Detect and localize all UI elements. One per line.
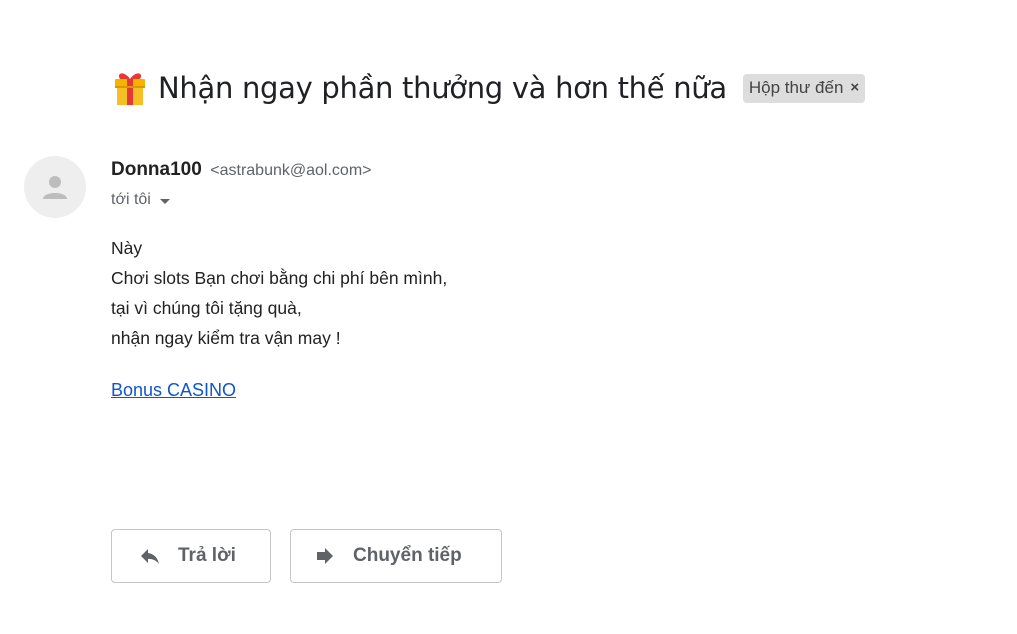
inbox-label-text: Hộp thư đến [748,77,844,97]
email-subject-row: Nhận ngay phần thưởng và hơn thế nữa Hộp… [110,68,866,108]
bonus-casino-link[interactable]: Bonus CASINO [111,380,236,401]
body-line: Này [111,238,143,258]
inbox-label-chip[interactable]: Hộp thư đến × [742,73,866,103]
email-subject: Nhận ngay phần thưởng và hơn thế nữa [158,71,727,105]
body-line: Chơi slots Bạn chơi bằng chi phí bên mìn… [111,268,448,288]
reply-button[interactable]: Trả lời [111,529,271,583]
reply-label: Trả lời [178,545,236,566]
sender-row: Donna100 <astrabunk@aol.com> [111,159,371,181]
chevron-down-icon[interactable] [159,198,170,204]
recipient-text: tới tôi [111,191,151,208]
forward-icon [313,544,337,568]
sender-email: <astrabunk@aol.com> [210,162,372,179]
remove-label-icon[interactable]: × [850,80,859,95]
sender-name[interactable]: Donna100 [111,159,202,180]
body-line: nhận ngay kiểm tra vận may ! [111,328,341,348]
reply-icon [138,544,162,568]
email-body: Này Chơi slots Bạn chơi bằng chi phí bên… [111,233,447,353]
forward-button[interactable]: Chuyển tiếp [290,529,502,583]
email-view: Nhận ngay phần thưởng và hơn thế nữa Hộp… [0,0,1017,634]
forward-label: Chuyển tiếp [353,545,462,566]
avatar[interactable] [24,156,86,218]
recipient-details-toggle[interactable]: tới tôi [111,191,170,209]
person-icon [43,176,67,199]
body-line: tại vì chúng tôi tặng quà, [111,298,302,318]
gift-icon [110,68,150,108]
